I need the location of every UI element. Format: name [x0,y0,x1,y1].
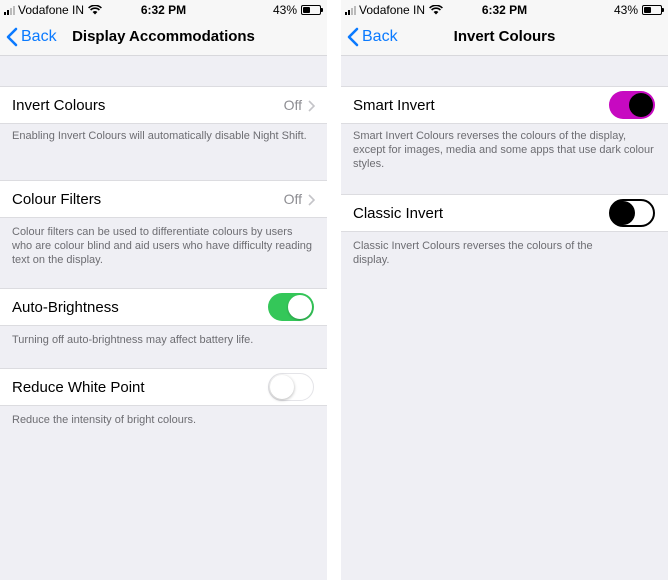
chevron-right-icon [308,99,316,112]
display-accommodations-screen: Vodafone IN 6:32 PM 43% Back Display Acc… [0,0,327,580]
battery-icon [642,5,664,15]
colour-filters-footer: Colour filters can be used to differenti… [12,226,313,266]
navigation-bar: Back Display Accommodations [0,20,327,56]
auto-brightness-footer: Turning off auto-brightness may affect b… [12,334,254,346]
colour-filters-label: Colour Filters [12,190,102,208]
colour-filters-value: Off [283,191,302,207]
invert-colours-row[interactable]: Invert Colours Off [0,86,327,124]
classic-invert-toggle[interactable] [609,199,655,227]
reduce-white-point-row: Reduce White Point [0,368,327,406]
smart-invert-row: Smart Invert [341,86,668,124]
invert-colours-label: Invert Colours [12,96,106,114]
auto-brightness-row: Auto-Brightness [0,288,327,326]
reduce-white-point-toggle[interactable] [268,373,314,401]
invert-colours-value: Off [283,97,302,113]
reduce-white-point-footer: Reduce the intensity of bright colours. [12,414,197,426]
smart-invert-toggle[interactable] [609,91,655,119]
navigation-bar: Back Invert Colours [341,20,668,56]
battery-percentage: 43% [613,3,638,17]
invert-colours-screen: Vodafone IN 6:32 PM 43% Back Invert Colo… [341,0,668,580]
classic-invert-row: Classic Invert [341,194,668,232]
status-bar: Vodafone IN 6:32 PM 43% [341,0,668,20]
battery-percentage: 43% [272,3,297,17]
page-title: Display Accommodations [72,28,255,45]
battery-icon [301,5,323,15]
invert-colours-footer: Enabling Invert Colours will automatical… [12,130,307,142]
chevron-right-icon [308,193,316,206]
auto-brightness-toggle[interactable] [268,293,314,321]
status-bar: Vodafone IN 6:32 PM 43% [0,0,327,20]
page-title: Invert Colours [453,28,556,45]
classic-invert-footer: Classic Invert Colours reverses the colo… [353,240,593,266]
smart-invert-footer: Smart Invert Colours reverses the colour… [353,130,654,170]
colour-filters-row[interactable]: Colour Filters Off [0,180,327,218]
